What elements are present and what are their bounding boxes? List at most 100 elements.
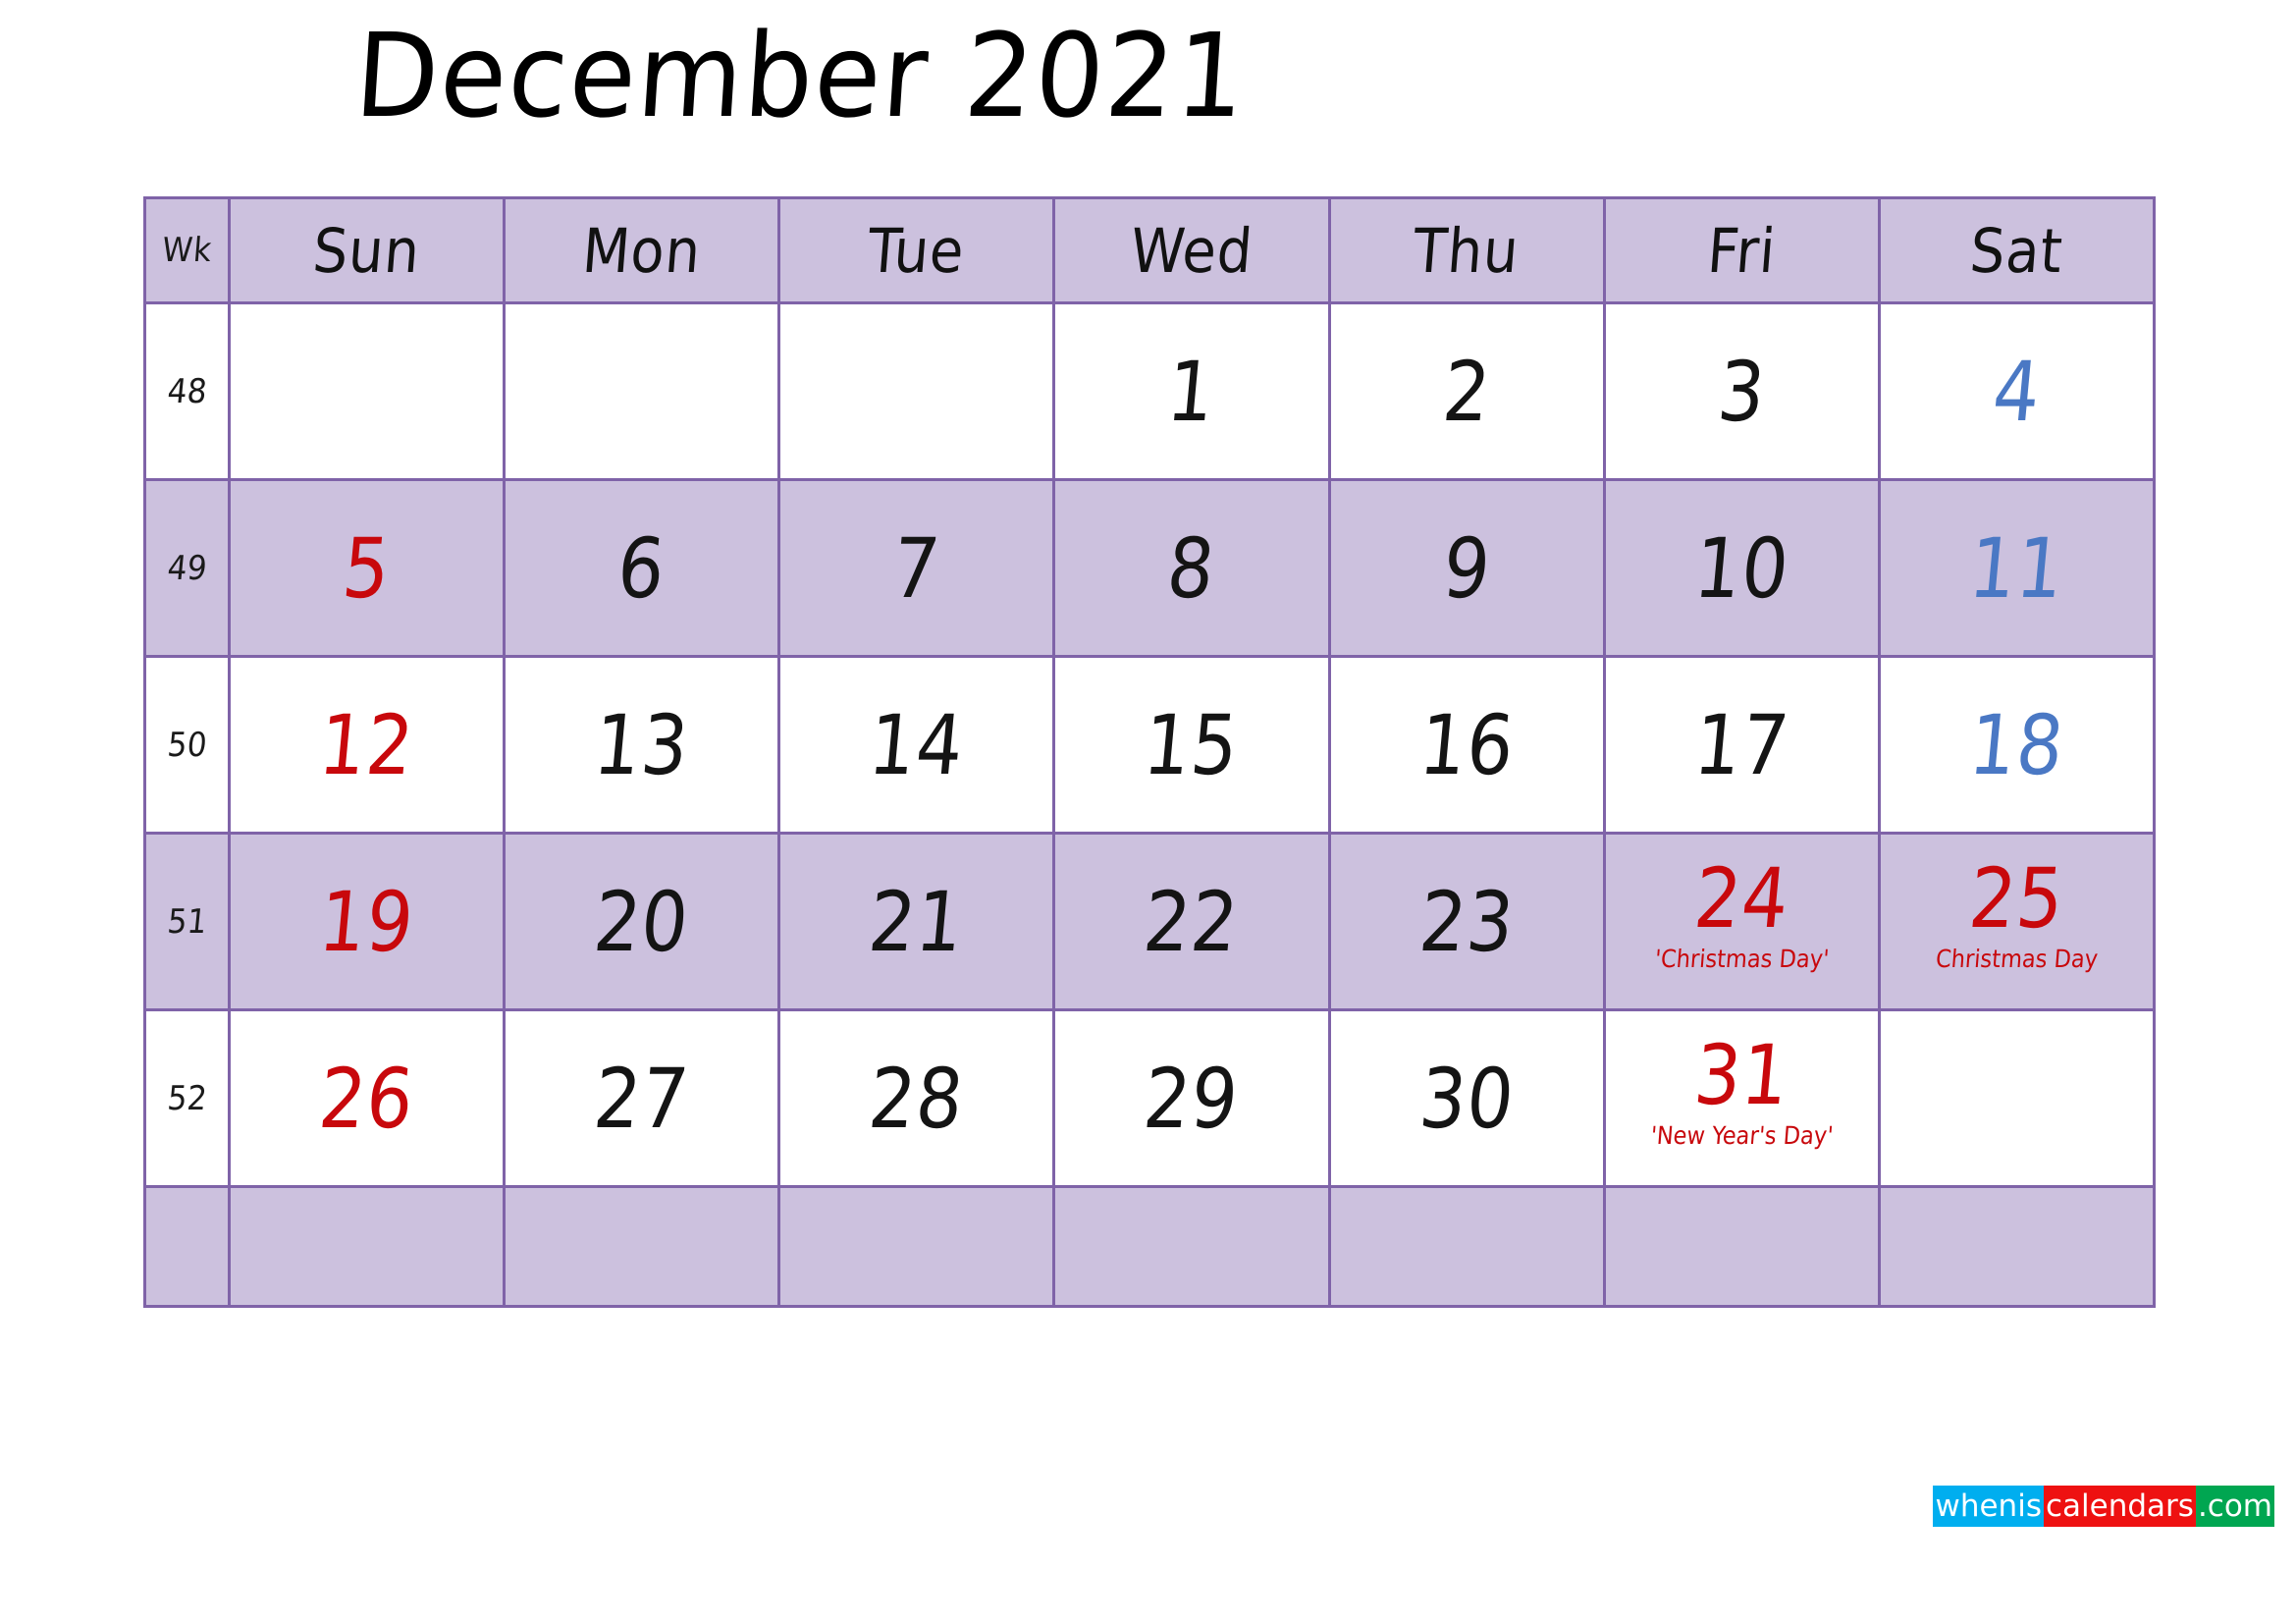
weekday-header-label: Sun	[310, 214, 423, 287]
day-number: 26	[315, 1050, 419, 1147]
calendar-day-cell[interactable]: 11	[1877, 478, 2157, 658]
week-number-cell: 48	[142, 301, 232, 481]
calendar-empty-cell	[228, 301, 507, 481]
calendar-day-cell[interactable]: 24 'Christmas Day'	[1602, 832, 1881, 1011]
weekday-header-thu: Thu	[1327, 196, 1606, 304]
calendar-day-cell[interactable]: 10	[1602, 478, 1881, 658]
calendar-blank-row	[142, 1185, 2157, 1308]
calendar-empty-cell	[503, 1185, 781, 1308]
day-number: 31	[1689, 1026, 1793, 1123]
calendar-day-cell[interactable]: 30	[1327, 1008, 1606, 1188]
day-number: 5	[339, 519, 396, 617]
day-number: 22	[1140, 873, 1244, 970]
calendar-empty-cell	[503, 301, 781, 481]
week-number-label: 49	[165, 548, 209, 588]
calendar-day-cell[interactable]: 7	[777, 478, 1056, 658]
calendar-day-cell[interactable]: 15	[1052, 655, 1331, 835]
day-number: 13	[590, 696, 694, 793]
weekday-header-sat: Sat	[1877, 196, 2157, 304]
day-number: 16	[1415, 696, 1519, 793]
calendar-day-cell[interactable]: 1	[1052, 301, 1331, 481]
week-number-column-label: Wk	[160, 231, 214, 270]
day-number: 28	[865, 1050, 969, 1147]
weekday-header-label: Tue	[865, 214, 968, 287]
week-number-cell: 51	[142, 832, 232, 1011]
calendar-empty-cell	[228, 1185, 507, 1308]
day-number: 29	[1140, 1050, 1244, 1147]
calendar-week-row: 48 1 2 3 4	[142, 301, 2157, 481]
week-number-label: 48	[165, 371, 209, 411]
calendar-day-cell[interactable]: 23	[1327, 832, 1606, 1011]
weekday-header-sun: Sun	[228, 196, 507, 304]
calendar-day-cell[interactable]: 28	[777, 1008, 1056, 1188]
day-number: 15	[1140, 696, 1244, 793]
holiday-label: 'Christmas Day'	[1653, 944, 1831, 973]
calendar-day-cell[interactable]: 26	[228, 1008, 507, 1188]
day-number: 6	[614, 519, 670, 617]
calendar-empty-cell	[1877, 1185, 2157, 1308]
weekday-header-label: Sat	[1967, 214, 2066, 287]
day-number: 25	[1964, 849, 2068, 947]
site-watermark-logo[interactable]: whenis calendars .com	[1933, 1486, 2274, 1527]
calendar-day-cell[interactable]: 22	[1052, 832, 1331, 1011]
calendar-day-cell[interactable]: 27	[503, 1008, 781, 1188]
weekday-header-wed: Wed	[1052, 196, 1331, 304]
day-number: 1	[1163, 343, 1220, 440]
weekday-header-fri: Fri	[1602, 196, 1881, 304]
calendar-empty-cell	[1602, 1185, 1881, 1308]
calendar-day-cell[interactable]: 14	[777, 655, 1056, 835]
calendar-day-cell[interactable]: 2	[1327, 301, 1606, 481]
calendar-day-cell[interactable]: 25 Christmas Day	[1877, 832, 2157, 1011]
calendar-day-cell[interactable]: 13	[503, 655, 781, 835]
calendar-empty-cell	[1877, 1008, 2157, 1188]
day-number: 4	[1988, 343, 2045, 440]
calendar-week-row: 52 26 27 28 29 30 31 'New Year's Day'	[142, 1008, 2157, 1188]
calendar-day-cell[interactable]: 8	[1052, 478, 1331, 658]
weekday-header-label: Mon	[579, 214, 704, 287]
calendar-header-row: Wk Sun Mon Tue Wed Thu Fri Sat	[142, 196, 2157, 304]
holiday-label: 'New Year's Day'	[1649, 1120, 1835, 1150]
day-number: 20	[590, 873, 694, 970]
calendar-week-row: 49 5 6 7 8 9 10 11	[142, 478, 2157, 658]
calendar-day-cell[interactable]: 16	[1327, 655, 1606, 835]
day-number: 18	[1964, 696, 2068, 793]
calendar-day-cell[interactable]: 31 'New Year's Day'	[1602, 1008, 1881, 1188]
day-number: 24	[1689, 849, 1793, 947]
calendar-day-cell[interactable]: 21	[777, 832, 1056, 1011]
day-number: 19	[315, 873, 419, 970]
calendar-day-cell[interactable]: 17	[1602, 655, 1881, 835]
calendar-day-cell[interactable]: 12	[228, 655, 507, 835]
weekday-header-tue: Tue	[777, 196, 1056, 304]
calendar-weeks: 48 1 2 3 4 49 5 6 7 8 9 10 11 50 12 13 14 15 16 17 18 51 19 20 2…	[142, 301, 2157, 1308]
calendar-day-cell[interactable]: 18	[1877, 655, 2157, 835]
calendar-day-cell[interactable]: 19	[228, 832, 507, 1011]
day-number: 12	[315, 696, 419, 793]
week-number-cell: 52	[142, 1008, 232, 1188]
day-number: 10	[1689, 519, 1793, 617]
calendar-day-cell[interactable]: 4	[1877, 301, 2157, 481]
page-title: December 2021	[350, 8, 1252, 143]
calendar-day-cell[interactable]: 6	[503, 478, 781, 658]
calendar-day-cell[interactable]: 29	[1052, 1008, 1331, 1188]
weekday-header-mon: Mon	[503, 196, 781, 304]
calendar-day-cell[interactable]: 20	[503, 832, 781, 1011]
calendar-day-cell[interactable]: 9	[1327, 478, 1606, 658]
calendar-grid: Wk Sun Mon Tue Wed Thu Fri Sat 48 1 2 3 …	[142, 196, 2157, 1308]
week-number-cell	[142, 1185, 232, 1308]
day-number: 2	[1438, 343, 1495, 440]
week-number-label: 50	[165, 725, 209, 765]
calendar-day-cell[interactable]: 5	[228, 478, 507, 658]
weekday-header-label: Fri	[1704, 214, 1779, 287]
calendar-day-cell[interactable]: 3	[1602, 301, 1881, 481]
week-number-cell: 49	[142, 478, 232, 658]
weekday-header-label: Thu	[1411, 214, 1522, 287]
day-number: 14	[865, 696, 969, 793]
logo-part-calendars: calendars	[2043, 1486, 2196, 1527]
day-number: 23	[1415, 873, 1519, 970]
day-number: 11	[1964, 519, 2068, 617]
calendar-week-row: 51 19 20 21 22 23 24 'Christmas Day' 25 Christmas…	[142, 832, 2157, 1011]
holiday-label: Christmas Day	[1934, 944, 2100, 973]
logo-part-com: .com	[2195, 1486, 2274, 1527]
day-number: 27	[590, 1050, 694, 1147]
day-number: 3	[1713, 343, 1770, 440]
